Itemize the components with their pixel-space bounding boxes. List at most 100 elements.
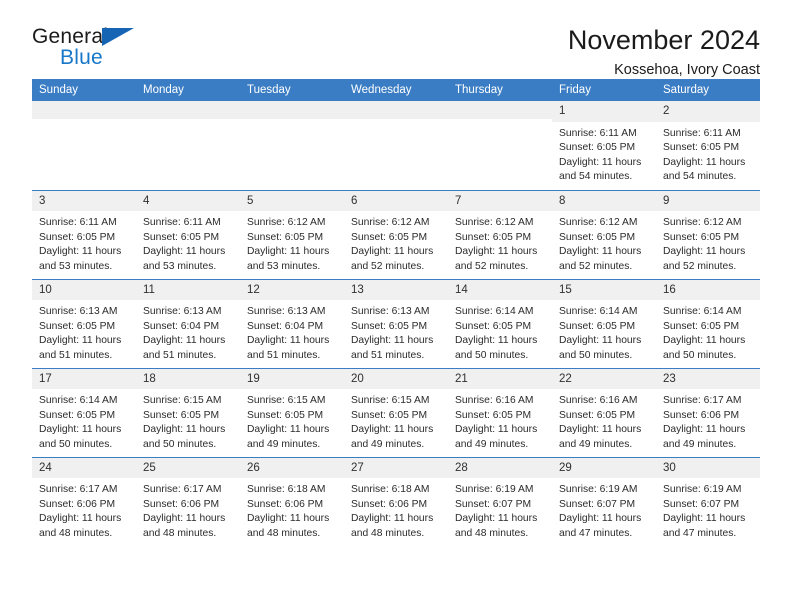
day-details: Sunrise: 6:14 AM Sunset: 6:05 PM Daylight:… (32, 389, 136, 452)
sunrise-text: Sunrise: 6:19 AM (455, 484, 534, 496)
day-details: Sunrise: 6:13 AM Sunset: 6:05 PM Daylight:… (344, 300, 448, 363)
calendar-day-cell[interactable]: 4 Sunrise: 6:11 AM Sunset: 6:05 PM Daylight… (136, 189, 240, 279)
day-number: 11 (136, 279, 240, 301)
sunset-text: Sunset: 6:07 PM (663, 498, 740, 510)
daylight-text-line2: and 51 minutes. (351, 349, 425, 361)
daylight-text-line1: Daylight: 11 hours (455, 335, 538, 347)
calendar-day-cell[interactable]: 16 Sunrise: 6:14 AM Sunset: 6:05 PM Dayligh… (656, 278, 760, 368)
sunrise-text: Sunrise: 6:13 AM (247, 306, 326, 318)
day-details: Sunrise: 6:12 AM Sunset: 6:05 PM Daylight:… (240, 211, 344, 274)
calendar-day-cell[interactable]: 30 Sunrise: 6:19 AM Sunset: 6:07 PM Dayligh… (656, 456, 760, 546)
calendar-day-cell[interactable]: 9 Sunrise: 6:12 AM Sunset: 6:05 PM Daylight… (656, 189, 760, 279)
calendar-body: 1 Sunrise: 6:11 AM Sunset: 6:05 PM Daylight… (32, 101, 760, 546)
day-number: 8 (552, 190, 656, 212)
daylight-text-line1: Daylight: 11 hours (455, 246, 538, 258)
weekday-header-friday: Friday (552, 79, 656, 101)
logo-triangle-icon (102, 28, 134, 46)
calendar-day-cell[interactable]: 26 Sunrise: 6:18 AM Sunset: 6:06 PM Dayligh… (240, 456, 344, 546)
sunset-text: Sunset: 6:05 PM (143, 231, 220, 243)
calendar-day-cell[interactable]: 29 Sunrise: 6:19 AM Sunset: 6:07 PM Dayligh… (552, 456, 656, 546)
day-details: Sunrise: 6:12 AM Sunset: 6:05 PM Daylight:… (656, 211, 760, 274)
calendar-week-row: 17 Sunrise: 6:14 AM Sunset: 6:05 PM Dayligh… (32, 367, 760, 457)
calendar-day-cell[interactable]: 2 Sunrise: 6:11 AM Sunset: 6:05 PM Daylight… (656, 101, 760, 190)
calendar-day-cell[interactable]: 18 Sunrise: 6:15 AM Sunset: 6:05 PM Dayligh… (136, 367, 240, 457)
sunset-text: Sunset: 6:06 PM (247, 498, 324, 510)
calendar-day-cell[interactable]: 13 Sunrise: 6:13 AM Sunset: 6:05 PM Dayligh… (344, 278, 448, 368)
sunset-text: Sunset: 6:04 PM (143, 320, 220, 332)
daylight-text-line2: and 52 minutes. (455, 260, 529, 272)
sunrise-text: Sunrise: 6:13 AM (39, 306, 118, 318)
weekday-header-wednesday: Wednesday (344, 79, 448, 101)
day-number (344, 101, 448, 119)
calendar-day-cell[interactable]: 28 Sunrise: 6:19 AM Sunset: 6:07 PM Dayligh… (448, 456, 552, 546)
calendar-day-cell[interactable]: 7 Sunrise: 6:12 AM Sunset: 6:05 PM Daylight… (448, 189, 552, 279)
daylight-text-line2: and 49 minutes. (351, 438, 425, 450)
daylight-text-line2: and 52 minutes. (663, 260, 737, 272)
calendar-day-cell[interactable]: 14 Sunrise: 6:14 AM Sunset: 6:05 PM Dayligh… (448, 278, 552, 368)
day-details: Sunrise: 6:15 AM Sunset: 6:05 PM Daylight:… (344, 389, 448, 452)
sunrise-text: Sunrise: 6:13 AM (351, 306, 430, 318)
calendar-day-cell[interactable]: 10 Sunrise: 6:13 AM Sunset: 6:05 PM Dayligh… (32, 278, 136, 368)
daylight-text-line1: Daylight: 11 hours (143, 335, 226, 347)
sunset-text: Sunset: 6:06 PM (143, 498, 220, 510)
page-subtitle: Kossehoa, Ivory Coast (614, 62, 760, 79)
sunset-text: Sunset: 6:05 PM (143, 409, 220, 421)
daylight-text-line2: and 53 minutes. (143, 260, 217, 272)
daylight-text-line2: and 54 minutes. (559, 171, 633, 183)
weekday-header-monday: Monday (136, 79, 240, 101)
day-details: Sunrise: 6:16 AM Sunset: 6:05 PM Daylight:… (552, 389, 656, 452)
calendar-day-cell[interactable]: 12 Sunrise: 6:13 AM Sunset: 6:04 PM Dayligh… (240, 278, 344, 368)
calendar-day-cell[interactable]: 27 Sunrise: 6:18 AM Sunset: 6:06 PM Dayligh… (344, 456, 448, 546)
calendar-day-cell[interactable]: 15 Sunrise: 6:14 AM Sunset: 6:05 PM Dayligh… (552, 278, 656, 368)
calendar-day-cell[interactable]: 24 Sunrise: 6:17 AM Sunset: 6:06 PM Dayligh… (32, 456, 136, 546)
calendar-day-cell[interactable]: 5 Sunrise: 6:12 AM Sunset: 6:05 PM Daylight… (240, 189, 344, 279)
sunset-text: Sunset: 6:05 PM (39, 231, 116, 243)
sunset-text: Sunset: 6:05 PM (39, 409, 116, 421)
calendar-day-cell[interactable]: 1 Sunrise: 6:11 AM Sunset: 6:05 PM Daylight… (552, 101, 656, 190)
sunset-text: Sunset: 6:05 PM (39, 320, 116, 332)
daylight-text-line1: Daylight: 11 hours (663, 246, 746, 258)
calendar-day-cell[interactable]: 3 Sunrise: 6:11 AM Sunset: 6:05 PM Daylight… (32, 189, 136, 279)
calendar-day-cell[interactable]: 8 Sunrise: 6:12 AM Sunset: 6:05 PM Daylight… (552, 189, 656, 279)
sunrise-text: Sunrise: 6:12 AM (247, 217, 326, 229)
calendar-day-cell[interactable]: 6 Sunrise: 6:12 AM Sunset: 6:05 PM Daylight… (344, 189, 448, 279)
calendar-day-cell[interactable]: 23 Sunrise: 6:17 AM Sunset: 6:06 PM Dayligh… (656, 367, 760, 457)
daylight-text-line1: Daylight: 11 hours (455, 424, 538, 436)
daylight-text-line1: Daylight: 11 hours (559, 424, 642, 436)
calendar-day-cell[interactable]: 11 Sunrise: 6:13 AM Sunset: 6:04 PM Dayligh… (136, 278, 240, 368)
calendar-day-cell[interactable]: 19 Sunrise: 6:15 AM Sunset: 6:05 PM Dayligh… (240, 367, 344, 457)
calendar-week-row: 3 Sunrise: 6:11 AM Sunset: 6:05 PM Daylight… (32, 189, 760, 279)
daylight-text-line1: Daylight: 11 hours (559, 246, 642, 258)
calendar-cell-empty (136, 101, 240, 190)
day-number: 30 (656, 457, 760, 479)
calendar-day-cell[interactable]: 20 Sunrise: 6:15 AM Sunset: 6:05 PM Dayligh… (344, 367, 448, 457)
logo-text-blue: Blue (60, 46, 103, 69)
calendar-day-cell[interactable]: 22 Sunrise: 6:16 AM Sunset: 6:05 PM Dayligh… (552, 367, 656, 457)
calendar-day-cell[interactable]: 17 Sunrise: 6:14 AM Sunset: 6:05 PM Dayligh… (32, 367, 136, 457)
sunrise-text: Sunrise: 6:19 AM (559, 484, 638, 496)
day-details: Sunrise: 6:19 AM Sunset: 6:07 PM Daylight:… (552, 478, 656, 541)
daylight-text-line2: and 48 minutes. (351, 527, 425, 539)
sunrise-text: Sunrise: 6:13 AM (143, 306, 222, 318)
sunrise-text: Sunrise: 6:12 AM (559, 217, 638, 229)
calendar-day-cell[interactable]: 25 Sunrise: 6:17 AM Sunset: 6:06 PM Dayligh… (136, 456, 240, 546)
sunrise-text: Sunrise: 6:12 AM (455, 217, 534, 229)
daylight-text-line1: Daylight: 11 hours (559, 335, 642, 347)
day-details: Sunrise: 6:13 AM Sunset: 6:04 PM Daylight:… (136, 300, 240, 363)
day-details: Sunrise: 6:12 AM Sunset: 6:05 PM Daylight:… (344, 211, 448, 274)
sunset-text: Sunset: 6:05 PM (559, 409, 636, 421)
calendar-day-cell[interactable]: 21 Sunrise: 6:16 AM Sunset: 6:05 PM Dayligh… (448, 367, 552, 457)
sunrise-text: Sunrise: 6:17 AM (39, 484, 118, 496)
sunrise-text: Sunrise: 6:14 AM (559, 306, 638, 318)
sunset-text: Sunset: 6:05 PM (351, 409, 428, 421)
sunrise-text: Sunrise: 6:16 AM (559, 395, 638, 407)
day-number: 19 (240, 368, 344, 390)
day-number: 7 (448, 190, 552, 212)
day-number (32, 101, 136, 119)
daylight-text-line2: and 50 minutes. (143, 438, 217, 450)
calendar-week-row: 24 Sunrise: 6:17 AM Sunset: 6:06 PM Dayligh… (32, 456, 760, 546)
day-number: 6 (344, 190, 448, 212)
sunset-text: Sunset: 6:06 PM (351, 498, 428, 510)
daylight-text-line2: and 48 minutes. (247, 527, 321, 539)
general-blue-logo[interactable]: General Blue (32, 26, 162, 74)
